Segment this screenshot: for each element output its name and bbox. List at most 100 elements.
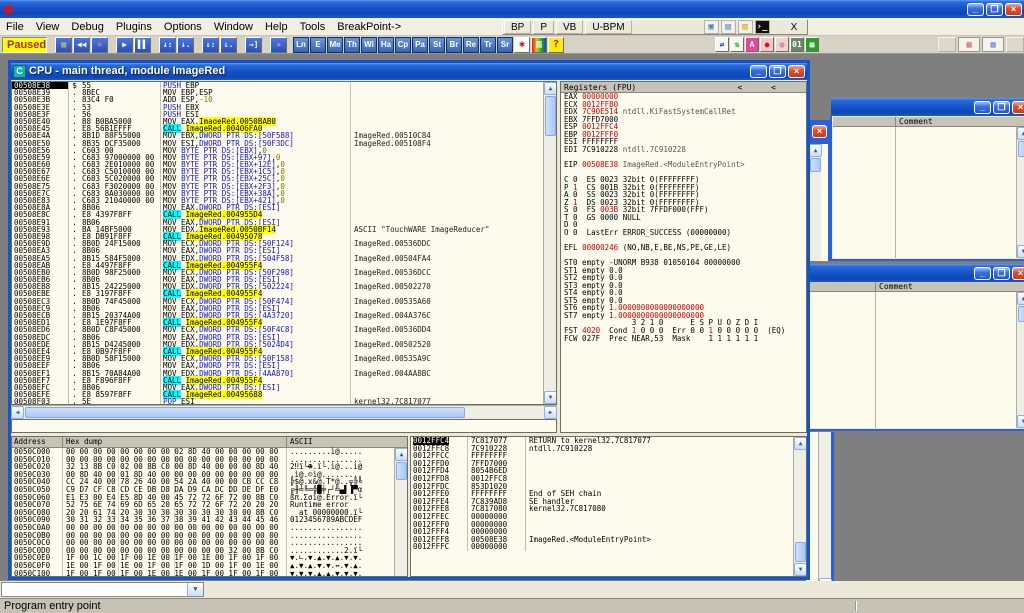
restart-icon[interactable]: ◀◀ (73, 37, 90, 53)
notepad-icon[interactable]: ▤ (721, 20, 736, 34)
open-file-icon[interactable]: ▨ (55, 37, 72, 53)
comment-column-header[interactable]: Comment (895, 117, 933, 126)
menu-item-window[interactable]: Window (208, 19, 259, 35)
disasm-vscrollbar[interactable]: ▲ ▼ (543, 82, 556, 404)
scrollbar[interactable]: ▲ ▼ (1016, 292, 1024, 428)
restore-button[interactable]: ❐ (986, 3, 1003, 16)
window-button-cp[interactable]: Cp (395, 37, 411, 53)
menu-item-options[interactable]: Options (158, 19, 208, 35)
scroll-down-icon[interactable]: ▼ (794, 563, 807, 576)
menu-item-debug[interactable]: Debug (65, 19, 109, 35)
scroll-up-icon[interactable]: ▲ (809, 144, 822, 157)
close-button[interactable]: × (1012, 101, 1024, 114)
scroll-up-icon[interactable]: ▲ (395, 448, 408, 461)
window-button-ln[interactable]: Ln (293, 37, 309, 53)
window-titlebar[interactable]: _ ❐ × (801, 264, 1024, 282)
execute-till-return-icon[interactable]: →] (245, 37, 262, 53)
breakpoint-close-button[interactable]: X (785, 21, 804, 34)
main-titlebar[interactable]: _ ❐ × (0, 0, 1024, 18)
scroll-up-icon[interactable]: ▲ (794, 437, 807, 450)
dropdown-arrow-icon[interactable]: ▼ (187, 583, 203, 596)
scroll-up-icon[interactable]: ▲ (1017, 127, 1024, 140)
register-line[interactable]: T 0 GS 0000 NULL (561, 214, 806, 222)
close-button[interactable]: × (1005, 3, 1022, 16)
menu-button-u-bpm[interactable]: U-BPM (585, 20, 631, 34)
options-icon[interactable]: ✱ (514, 37, 530, 53)
copy-icon[interactable]: ▣ (704, 20, 719, 34)
menu-item-breakpoint[interactable]: BreakPoint-> (331, 19, 407, 35)
window-titlebar[interactable]: _ ❐ × (831, 98, 1024, 116)
window-button-wi[interactable]: Wi (361, 37, 377, 53)
scroll-down-icon[interactable]: ▼ (1017, 415, 1024, 428)
animate-into-icon[interactable]: ⇓: (202, 37, 219, 53)
minimize-button[interactable]: _ (974, 101, 991, 114)
cpu-titlebar[interactable]: C CPU - main thread, module ImageRed _ ❐… (11, 63, 807, 80)
updown-icon[interactable]: ⇅ (730, 37, 744, 52)
dump-scrollbar[interactable]: ▲ (394, 448, 407, 576)
cpu-window[interactable]: C CPU - main thread, module ImageRed _ ❐… (8, 60, 810, 580)
maximize-button[interactable]: ❐ (993, 267, 1010, 280)
goto-icon[interactable]: » (270, 37, 287, 53)
registers-pane[interactable]: Registers (FPU) < < EAX 00000000ECX 0012… (560, 81, 807, 433)
step-into-icon[interactable]: ↓: (159, 37, 176, 53)
swap-window-icon[interactable]: ⇄ (715, 37, 729, 52)
register-line[interactable]: EDI 7C910228 ntdll.7C910228 (561, 146, 806, 154)
background-window-top[interactable]: _ ❐ × Comment ▲ ▼ (830, 116, 1024, 261)
close-program-icon[interactable]: × (91, 37, 108, 53)
step-over-icon[interactable]: ↓. (177, 37, 194, 53)
binary-icon[interactable]: 01 (790, 37, 804, 52)
window-button-re[interactable]: Re (463, 37, 479, 53)
close-button[interactable]: × (1012, 267, 1024, 280)
register-line[interactable]: EIP 00508E38 ImageRed.<ModuleEntryPoint> (561, 161, 806, 169)
stack-scrollbar[interactable]: ▲ ▼ (793, 437, 806, 576)
menu-button-vb[interactable]: VB (556, 20, 583, 34)
window-button-th[interactable]: Th (344, 37, 360, 53)
disasm-row[interactable]: 00508E3B.83C4 F0ADD ESP,-10 (12, 96, 556, 103)
hex-dump-pane[interactable]: Address Hex dump ASCII 0050C00000 00 00 … (11, 436, 408, 577)
minimize-button[interactable]: _ (967, 3, 984, 16)
scroll-up-icon[interactable]: ▲ (1017, 292, 1024, 305)
window-button-tr[interactable]: Tr (480, 37, 496, 53)
register-line[interactable]: O 0 LastErr ERROR_SUCCESS (00000000) (561, 229, 806, 237)
folder-icon[interactable]: ▨ (738, 20, 753, 34)
comment-column-header[interactable]: Comment (875, 282, 913, 291)
pause-icon[interactable]: ▌▌ (134, 37, 151, 53)
animate-over-icon[interactable]: ⇓. (220, 37, 237, 53)
record-icon[interactable]: ● (760, 37, 774, 52)
menu-button-bp[interactable]: BP (504, 20, 531, 34)
scroll-down-icon[interactable]: ▼ (819, 578, 832, 581)
minimize-button[interactable]: _ (974, 267, 991, 280)
scroll-up-icon[interactable]: ▲ (544, 82, 557, 95)
assembler-icon[interactable]: A (745, 37, 759, 52)
disasm-row[interactable]: 00508EFE.E8 8597F8FFCALL ImageRed.004956… (12, 391, 556, 398)
maximize-button[interactable]: ❐ (769, 65, 786, 78)
command-combobox[interactable]: ▼ (1, 582, 204, 597)
menu-item-view[interactable]: View (30, 19, 66, 35)
menu-item-plugins[interactable]: Plugins (110, 19, 158, 35)
scroll-left-icon[interactable]: ◀ (11, 406, 24, 419)
appearance-icon[interactable]: ▥ (531, 37, 547, 53)
grid-icon[interactable]: ▦ (805, 37, 819, 52)
layout-b-icon[interactable]: ▥ (982, 37, 1004, 52)
menu-item-help[interactable]: Help (259, 19, 294, 35)
dump-row[interactable]: 0050C1001F 00 1F 00 1F 00 1E 00 1E 00 1F… (12, 570, 407, 578)
stack-row[interactable]: 0012FFFC00000000 (411, 543, 806, 551)
disasm-hscrollbar[interactable]: ◀ ▶ (11, 405, 557, 418)
window-button-me[interactable]: Me (327, 37, 343, 53)
window-button-br[interactable]: Br (446, 37, 462, 53)
menu-item-file[interactable]: File (0, 19, 30, 35)
window-button-e[interactable]: E (310, 37, 326, 53)
close-button[interactable]: × (788, 65, 805, 78)
scroll-right-icon[interactable]: ▶ (544, 406, 557, 419)
window-button-ha[interactable]: Ha (378, 37, 394, 53)
console-icon[interactable]: ›_ (755, 20, 770, 34)
menu-item-tools[interactable]: Tools (294, 19, 332, 35)
menu-button-p[interactable]: P (533, 20, 554, 34)
register-line[interactable]: FCW 027F Prec NEAR,53 Mask 1 1 1 1 1 1 (561, 335, 806, 343)
scroll-down-icon[interactable]: ▼ (544, 391, 557, 404)
stack-pane[interactable]: 0012FFC47C817077RETURN to kernel32.7C817… (410, 436, 807, 577)
window-button-sr[interactable]: Sr (497, 37, 513, 53)
maximize-button[interactable]: ❐ (993, 101, 1010, 114)
close-icon[interactable]: × (812, 125, 827, 138)
window-button-st[interactable]: St (429, 37, 445, 53)
